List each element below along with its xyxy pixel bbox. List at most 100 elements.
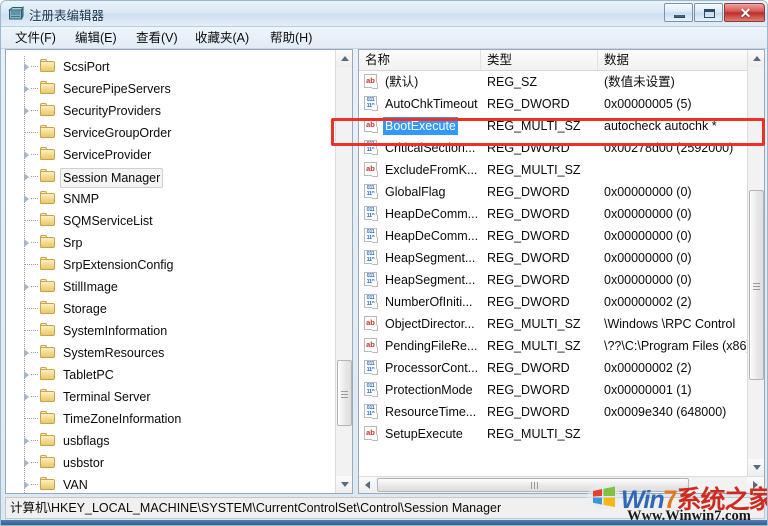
tree-item-securityproviders[interactable]: SecurityProviders <box>6 100 161 122</box>
column-header-0[interactable]: 名称 <box>359 50 481 70</box>
value-row[interactable]: 011 110 AutoChkTimeout REG_DWORD 0x00000005 … <box>359 93 749 115</box>
tree-item-stillimage[interactable]: StillImage <box>6 276 118 298</box>
tree-item-serviceprovider[interactable]: ServiceProvider <box>6 144 151 166</box>
value-name: ExcludeFromK... <box>385 163 478 177</box>
tree-expand-arrow-icon[interactable] <box>24 393 29 401</box>
value-row[interactable]: 011 110 HeapDeComm... REG_DWORD 0x00000000 (… <box>359 203 749 225</box>
grip-line <box>341 397 348 398</box>
folder-icon <box>40 59 56 73</box>
value-row[interactable]: ab ObjectDirector... REG_MULTI_SZ \Windows … <box>359 313 749 335</box>
tree-expand-arrow-icon[interactable] <box>24 371 29 379</box>
value-row[interactable]: ab PendingFileRe... REG_MULTI_SZ \??\C:\Pro… <box>359 335 754 357</box>
tree-expand-arrow-icon[interactable] <box>24 239 29 247</box>
column-header-2[interactable]: 数据 <box>598 50 749 70</box>
maximize-button[interactable] <box>694 3 723 22</box>
column-header-1[interactable]: 类型 <box>481 50 598 70</box>
tree-scroll-up-button[interactable] <box>336 50 352 67</box>
value-row[interactable]: ab ExcludeFromK... REG_MULTI_SZ <box>359 159 749 181</box>
tree-guide-line <box>25 308 38 309</box>
list-scroll-right-button[interactable] <box>747 477 764 493</box>
tree-item-servicegrouporder[interactable]: ServiceGroupOrder <box>6 122 171 144</box>
registry-values-pane[interactable]: 名称 类型 数据 ab (默认) REG_SZ (数值未设置) 011 110 AutoChkT… <box>358 49 765 494</box>
value-row[interactable]: ab SetupExecute REG_MULTI_SZ <box>359 423 749 445</box>
menu-item-0[interactable]: 文件(F) <box>11 30 60 47</box>
value-type: REG_DWORD <box>487 207 570 221</box>
tree-item-label: ServiceProvider <box>63 148 152 162</box>
tree-item-label: usbstor <box>63 456 104 470</box>
folder-icon <box>40 169 56 183</box>
tree-guide-line <box>31 286 38 287</box>
menu-item-4[interactable]: 帮助(H) <box>266 30 316 47</box>
tree-item-systemresources[interactable]: SystemResources <box>6 342 164 364</box>
tree-item-label: Storage <box>63 302 107 316</box>
tree-item-terminal-server[interactable]: Terminal Server <box>6 386 151 408</box>
tree-item-securepipeservers[interactable]: SecurePipeServers <box>6 78 171 100</box>
tree-expand-arrow-icon[interactable] <box>24 63 29 71</box>
minimize-icon <box>674 15 685 18</box>
list-horizontal-scrollbar[interactable] <box>359 476 764 493</box>
value-type: REG_DWORD <box>487 97 570 111</box>
tree-scrollbar-thumb[interactable] <box>337 360 352 426</box>
value-row[interactable]: 011 110 ProtectionMode REG_DWORD 0x00000001 … <box>359 379 749 401</box>
tree-item-label: VAN <box>63 478 88 492</box>
value-row[interactable]: 011 110 HeapDeComm... REG_DWORD 0x00000000 (… <box>359 225 749 247</box>
list-scroll-left-button[interactable] <box>359 477 376 493</box>
tree-expand-arrow-icon[interactable] <box>24 437 29 445</box>
minimize-button[interactable] <box>664 3 693 22</box>
tree-item-sqmservicelist[interactable]: SQMServiceList <box>6 210 153 232</box>
folder-icon <box>40 235 56 249</box>
tree-expand-arrow-icon[interactable] <box>24 151 29 159</box>
value-row[interactable]: 011 110 ResourceTime... REG_DWORD 0x0009e340… <box>359 401 749 423</box>
menu-item-1[interactable]: 编辑(E) <box>71 30 121 47</box>
close-button[interactable]: ✕ <box>724 3 765 22</box>
tree-item-srpextensionconfig[interactable]: SrpExtensionConfig <box>6 254 173 276</box>
folder-icon <box>40 389 56 403</box>
value-type: REG_MULTI_SZ <box>487 339 581 353</box>
tree-expand-arrow-icon[interactable] <box>24 283 29 291</box>
tree-guide-line <box>31 396 38 397</box>
tree-expand-arrow-icon[interactable] <box>24 349 29 357</box>
value-row[interactable]: 011 110 HeapSegment... REG_DWORD 0x00000000 … <box>359 247 749 269</box>
tree-expand-arrow-icon[interactable] <box>24 195 29 203</box>
tree-expand-arrow-icon[interactable] <box>24 173 29 181</box>
value-row[interactable]: ab (默认) REG_SZ (数值未设置) <box>359 71 749 93</box>
tree-item-usbstor[interactable]: usbstor <box>6 452 104 474</box>
tree-vertical-scrollbar[interactable] <box>335 50 352 493</box>
list-scrollbar-thumb[interactable] <box>749 190 764 380</box>
list-vertical-scrollbar[interactable] <box>747 50 764 476</box>
tree-item-session-manager[interactable]: Session Manager <box>6 166 164 188</box>
tree-item-timezoneinformation[interactable]: TimeZoneInformation <box>6 408 181 430</box>
value-row[interactable]: 011 110 ProcessorCont... REG_DWORD 0x0000000… <box>359 357 749 379</box>
value-row[interactable]: 011 110 GlobalFlag REG_DWORD 0x00000000 (0) <box>359 181 749 203</box>
value-type: REG_DWORD <box>487 383 570 397</box>
tree-expand-arrow-icon[interactable] <box>24 85 29 93</box>
tree-item-usbflags[interactable]: usbflags <box>6 430 110 452</box>
value-row[interactable]: 011 110 CriticalSection... REG_DWORD 0x00278… <box>359 137 749 159</box>
value-row[interactable]: 011 110 HeapSegment... REG_DWORD 0x00000000 … <box>359 269 749 291</box>
tree-item-van[interactable]: VAN <box>6 474 88 493</box>
folder-icon <box>40 323 56 337</box>
list-scroll-down-button[interactable] <box>748 459 764 476</box>
tree-expand-arrow-icon[interactable] <box>24 107 29 115</box>
value-type: REG_MULTI_SZ <box>487 427 581 441</box>
menu-item-2[interactable]: 查看(V) <box>132 30 182 47</box>
tree-item-snmp[interactable]: SNMP <box>6 188 99 210</box>
menu-item-3[interactable]: 收藏夹(A) <box>191 30 253 47</box>
tree-expand-arrow-icon[interactable] <box>24 481 29 489</box>
value-row[interactable]: ab BootExecute REG_MULTI_SZ autocheck autoc… <box>359 115 749 137</box>
value-name: HeapSegment... <box>385 273 476 287</box>
value-row[interactable]: 011 110 NumberOfIniti... REG_DWORD 0x0000000… <box>359 291 749 313</box>
folder-icon <box>40 103 56 117</box>
tree-item-tabletpc[interactable]: TabletPC <box>6 364 114 386</box>
tree-item-storage[interactable]: Storage <box>6 298 107 320</box>
list-scroll-up-button[interactable] <box>748 50 764 67</box>
registry-tree-pane[interactable]: ScsiPort SecurePipeServers SecurityProvide… <box>5 49 353 494</box>
folder-icon <box>40 213 56 227</box>
tree-item-srp[interactable]: Srp <box>6 232 82 254</box>
tree-expand-arrow-icon[interactable] <box>24 459 29 467</box>
tree-scroll-down-button[interactable] <box>336 476 352 493</box>
dword-value-icon: 011 110 <box>364 404 379 419</box>
tree-item-systeminformation[interactable]: SystemInformation <box>6 320 167 342</box>
tree-item-scsiport[interactable]: ScsiPort <box>6 56 110 78</box>
list-hscrollbar-thumb[interactable] <box>377 478 689 492</box>
